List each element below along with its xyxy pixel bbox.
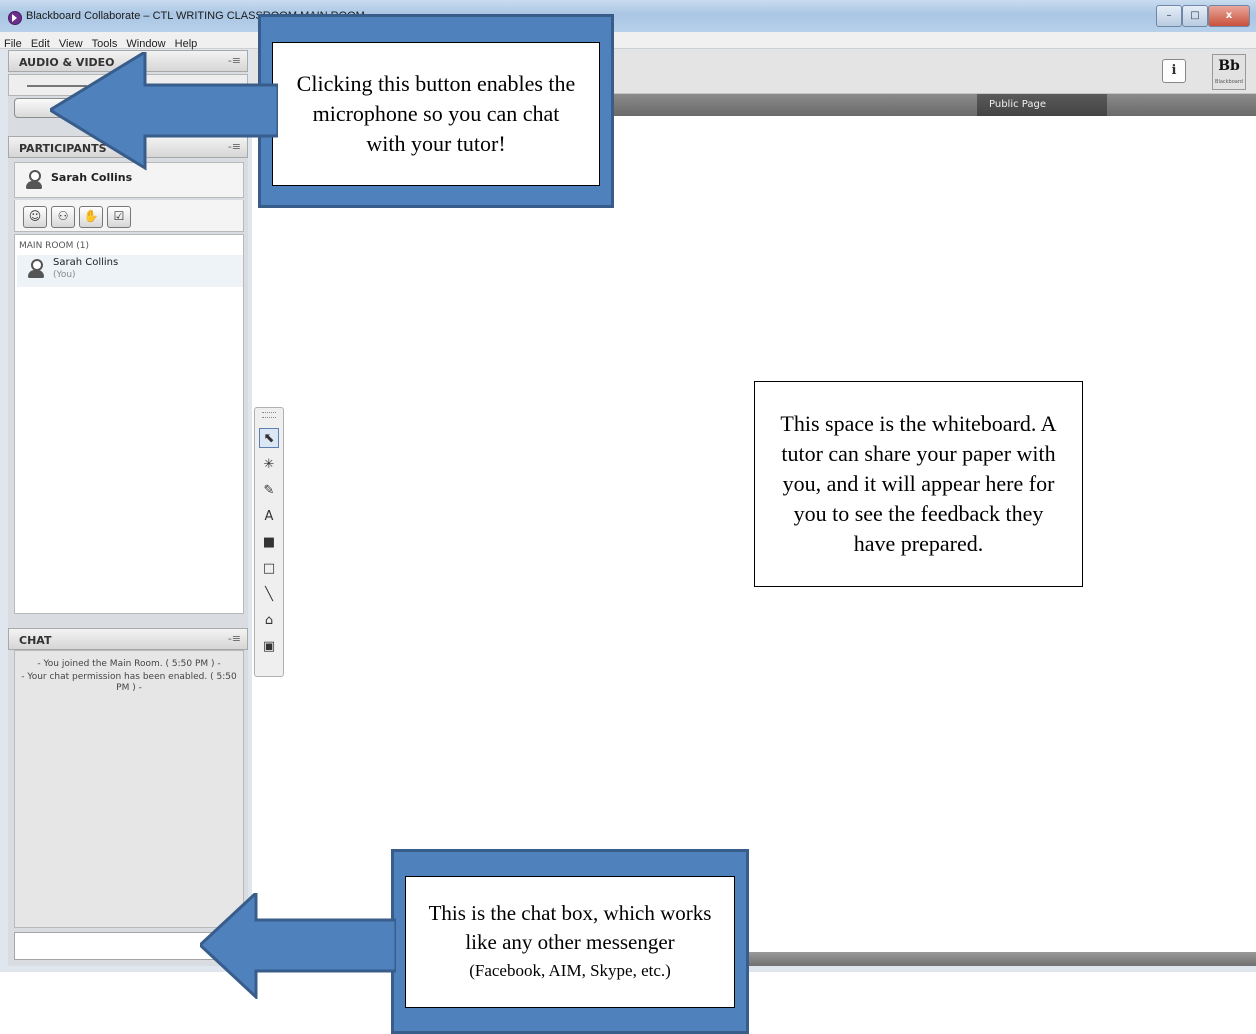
whiteboard-callout-text: This space is the whiteboard. A tutor ca… [754, 381, 1083, 587]
chat-history: - You joined the Main Room. ( 5:50 PM ) … [14, 650, 244, 928]
whiteboard-tools: ⬉ ✳ ✎ A ■ □ ╲ ⌂ ▣ [254, 407, 284, 677]
menu-bar: File Edit View Tools Window Help [0, 32, 1256, 50]
collaborate-app-icon [8, 11, 22, 25]
info-button[interactable]: i [1162, 59, 1186, 83]
user-icon [27, 259, 45, 279]
mic-callout: Clicking this button enables the microph… [258, 14, 614, 208]
title-bar: Blackboard Collaborate – CTL WRITING CLA… [0, 0, 1256, 32]
clip-art-tool-icon[interactable]: ▣ [259, 636, 279, 656]
user-icon [25, 170, 43, 190]
raise-hand-icon[interactable]: ✋ [79, 206, 103, 228]
chat-callout-text: This is the chat box, which works like a… [428, 901, 712, 954]
line-tool-icon[interactable]: ╲ [259, 584, 279, 604]
blackboard-logo: Bb Blackboard [1212, 54, 1246, 90]
chat-callout: This is the chat box, which works like a… [391, 849, 749, 1034]
logo-subtext: Blackboard [1215, 79, 1243, 85]
participant-row[interactable]: Sarah Collins (You) [17, 255, 243, 287]
minimize-button[interactable]: – [1156, 5, 1182, 27]
text-tool-icon[interactable]: A [259, 506, 279, 526]
pointer-tool-icon[interactable]: ✳ [259, 454, 279, 474]
toolbar-grip[interactable] [262, 412, 276, 418]
chat-title: CHAT [19, 634, 52, 647]
maximize-button[interactable]: □ [1182, 5, 1208, 27]
pencil-tool-icon[interactable]: ✎ [259, 480, 279, 500]
chat-header[interactable]: CHAT -≡ [8, 628, 248, 650]
chat-callout-box: This is the chat box, which works like a… [405, 876, 735, 1008]
chat-menu-icon[interactable]: -≡ [228, 632, 241, 645]
screenshot-tool-icon[interactable]: ⌂ [259, 610, 279, 630]
filled-rect-tool-icon[interactable]: ■ [259, 532, 279, 552]
chat-callout-subtext: (Facebook, AIM, Skype, etc.) [469, 961, 671, 980]
step-away-icon[interactable]: ⚇ [51, 206, 75, 228]
select-tool-icon[interactable]: ⬉ [259, 428, 279, 448]
poll-check-icon[interactable]: ☑ [107, 206, 131, 228]
status-buttons-row: ☺ ⚇ ✋ ☑ [14, 200, 244, 232]
rect-tool-icon[interactable]: □ [259, 558, 279, 578]
participant-you-label: (You) [53, 270, 76, 280]
participant-list: MAIN ROOM (1) Sarah Collins (You) [14, 234, 244, 614]
tab-public-page[interactable]: Public Page [977, 94, 1107, 116]
logo-text: Bb [1218, 58, 1240, 74]
participant-name: Sarah Collins [53, 257, 119, 268]
chat-arrow [200, 893, 396, 999]
emoticon-icon[interactable]: ☺ [23, 206, 47, 228]
chat-message: - Your chat permission has been enabled.… [21, 672, 237, 693]
room-label: MAIN ROOM (1) [19, 241, 89, 251]
close-button[interactable]: x [1208, 5, 1250, 27]
left-panel-column: AUDIO & VIDEO -≡ PARTICIPANTS -≡ Sarah C… [8, 50, 248, 966]
mic-callout-text: Clicking this button enables the microph… [272, 42, 600, 186]
chat-message: - You joined the Main Room. ( 5:50 PM ) … [37, 659, 221, 669]
mic-arrow [50, 52, 278, 171]
